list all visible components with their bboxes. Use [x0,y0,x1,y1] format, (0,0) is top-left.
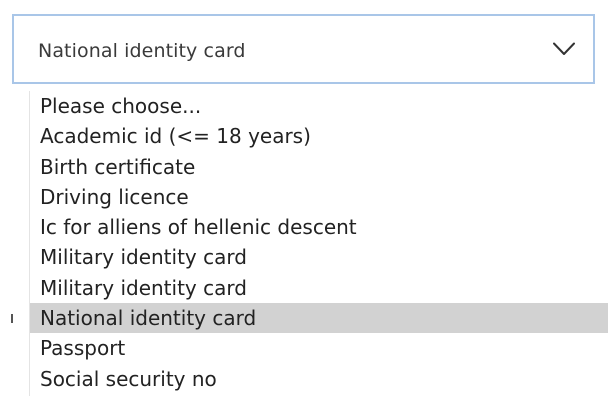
option-national-identity-card[interactable]: National identity card [30,303,608,334]
option-academic-id[interactable]: Academic id (<= 18 years) [30,121,608,151]
edge-mark [11,314,13,323]
option-birth-certificate[interactable]: Birth certificate [30,152,608,182]
chevron-down-icon[interactable] [553,41,575,55]
option-military-identity-card-2[interactable]: Military identity card [30,273,608,303]
option-driving-licence[interactable]: Driving licence [30,182,608,212]
dropdown-options-list: Please choose... Academic id (<= 18 year… [29,91,608,396]
document-type-select[interactable]: National identity card [12,14,595,84]
option-please-choose[interactable]: Please choose... [30,91,608,121]
option-passport[interactable]: Passport [30,333,608,363]
option-military-identity-card[interactable]: Military identity card [30,242,608,272]
option-ic-hellenic-descent[interactable]: Ic for alliens of hellenic descent [30,212,608,242]
select-current-value: National identity card [38,40,246,62]
option-social-security-no[interactable]: Social security no [30,364,608,394]
